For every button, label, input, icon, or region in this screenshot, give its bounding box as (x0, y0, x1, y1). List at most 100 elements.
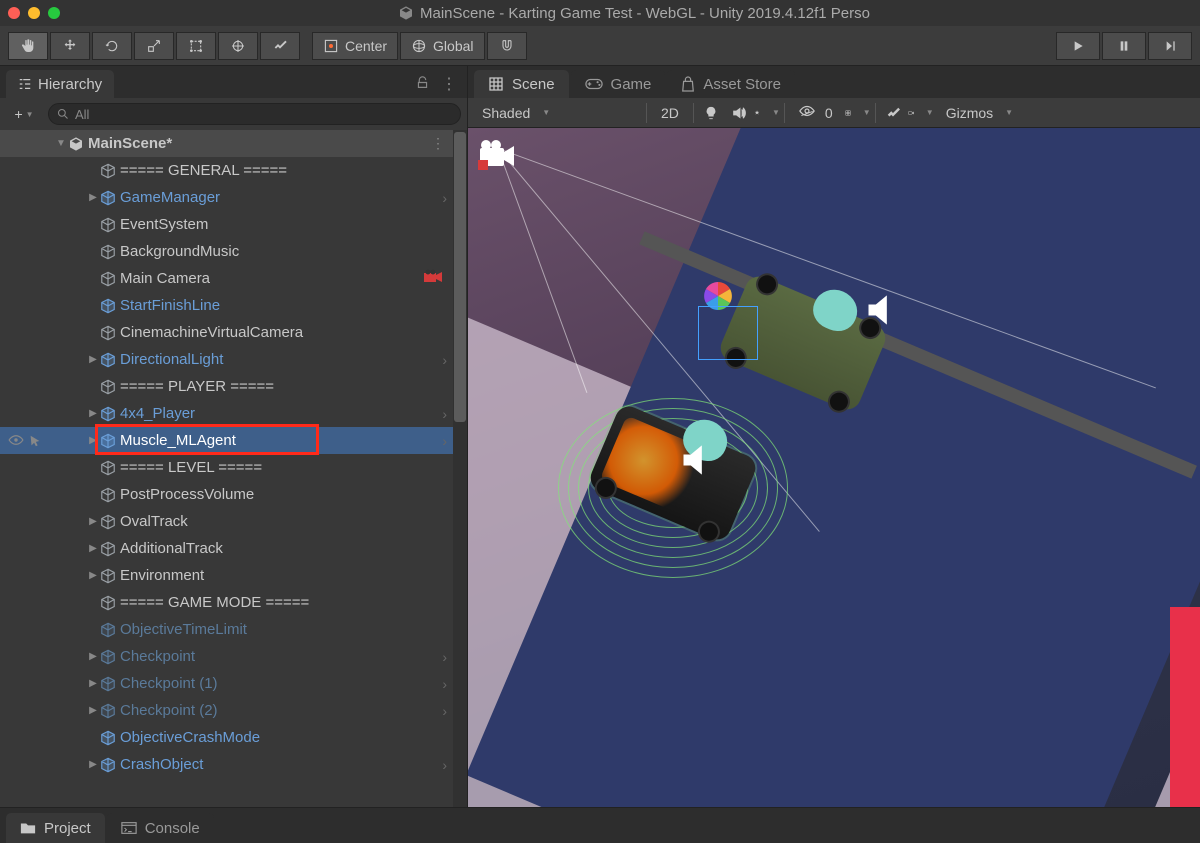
hierarchy-item-label: GameManager (120, 189, 220, 206)
custom-tool-button[interactable] (260, 32, 300, 60)
scene-tools-button[interactable] (880, 101, 906, 125)
hierarchy-item[interactable]: ===== LEVEL ===== (0, 454, 467, 481)
gameobject-cube-icon (100, 298, 116, 314)
hierarchy-item[interactable]: PostProcessVolume (0, 481, 467, 508)
bottom-tabbar: Project Console (0, 807, 1200, 843)
tab-console[interactable]: Console (107, 813, 214, 843)
handle-rotation-button[interactable]: Global (400, 32, 484, 60)
scene-root-row[interactable]: MainScene* ⋮ (0, 130, 467, 157)
asset-store-tab-label: Asset Store (703, 76, 781, 93)
scene-camera-dropdown[interactable] (908, 101, 934, 125)
foldout-icon[interactable] (86, 408, 100, 419)
pause-button[interactable] (1102, 32, 1146, 60)
hand-tool-button[interactable] (8, 32, 48, 60)
prefab-open-chevron-icon[interactable]: › (442, 433, 447, 449)
prefab-open-chevron-icon[interactable]: › (442, 703, 447, 719)
foldout-icon[interactable] (86, 192, 100, 203)
eye-icon[interactable] (8, 434, 24, 446)
rotate-tool-button[interactable] (92, 32, 132, 60)
scene-lighting-toggle[interactable] (698, 101, 724, 125)
gizmos-dropdown[interactable]: Gizmos (936, 101, 1023, 125)
prefab-open-chevron-icon[interactable]: › (442, 676, 447, 692)
gameobject-cube-icon (100, 487, 116, 503)
pivot-mode-button[interactable]: Center (312, 32, 398, 60)
foldout-icon[interactable] (86, 570, 100, 581)
hierarchy-item[interactable]: Environment (0, 562, 467, 589)
hierarchy-item[interactable]: ===== PLAYER ===== (0, 373, 467, 400)
hierarchy-item[interactable]: EventSystem (0, 211, 467, 238)
hierarchy-item[interactable]: CinemachineVirtualCamera (0, 319, 467, 346)
play-button[interactable] (1056, 32, 1100, 60)
rect-tool-button[interactable] (176, 32, 216, 60)
hierarchy-tab-label: Hierarchy (38, 76, 102, 93)
foldout-icon[interactable] (86, 651, 100, 662)
row-visibility-icons[interactable] (8, 434, 42, 448)
hierarchy-item[interactable]: DirectionalLight› (0, 346, 467, 373)
hierarchy-item[interactable]: ===== GAME MODE ===== (0, 589, 467, 616)
hierarchy-item[interactable]: OvalTrack (0, 508, 467, 535)
panel-lock-icon[interactable] (416, 76, 429, 92)
tab-game[interactable]: Game (571, 70, 666, 98)
transform-tool-button[interactable] (218, 32, 258, 60)
tab-asset-store[interactable]: Asset Store (667, 70, 795, 98)
foldout-icon[interactable] (86, 543, 100, 554)
hierarchy-item[interactable]: CrashObject› (0, 751, 467, 778)
scene-context-menu-icon[interactable]: ⋮ (431, 135, 447, 152)
hierarchy-item[interactable]: ===== GENERAL ===== (0, 157, 467, 184)
prefab-open-chevron-icon[interactable]: › (442, 190, 447, 206)
prefab-open-chevron-icon[interactable]: › (442, 352, 447, 368)
shading-mode-dropdown[interactable]: Shaded (472, 101, 642, 125)
prefab-open-chevron-icon[interactable]: › (442, 757, 447, 773)
foldout-icon[interactable] (86, 516, 100, 527)
hierarchy-item[interactable]: ObjectiveTimeLimit (0, 616, 467, 643)
hierarchy-item[interactable]: Main Camera (0, 265, 467, 292)
prefab-open-chevron-icon[interactable]: › (442, 649, 447, 665)
step-button[interactable] (1148, 32, 1192, 60)
hierarchy-item[interactable]: ObjectiveCrashMode (0, 724, 467, 751)
2d-toggle-button[interactable]: 2D (651, 101, 689, 125)
hierarchy-tab[interactable]: Hierarchy (6, 70, 114, 98)
panel-menu-icon[interactable]: ⋮ (441, 74, 457, 94)
hierarchy-item-label: Checkpoint (2) (120, 702, 218, 719)
hierarchy-item[interactable]: AdditionalTrack (0, 535, 467, 562)
hierarchy-item[interactable]: Checkpoint (1)› (0, 670, 467, 697)
foldout-icon[interactable] (86, 435, 100, 446)
scene-audio-toggle[interactable] (726, 101, 752, 125)
tab-project[interactable]: Project (6, 813, 105, 843)
move-tool-button[interactable] (50, 32, 90, 60)
foldout-icon[interactable] (86, 678, 100, 689)
tab-scene[interactable]: Scene (474, 70, 569, 98)
snap-button[interactable] (487, 32, 527, 60)
hierarchy-item[interactable]: GameManager › (0, 184, 467, 211)
gameobject-cube-icon (100, 271, 116, 287)
gameobject-cube-icon (100, 190, 116, 206)
prefab-open-chevron-icon[interactable]: › (442, 406, 447, 422)
hierarchy-tree[interactable]: MainScene* ⋮ ===== GENERAL =====GameMana… (0, 130, 467, 807)
window-minimize-button[interactable] (28, 7, 40, 19)
hierarchy-search-input[interactable]: All (48, 103, 461, 125)
scale-tool-button[interactable] (134, 32, 174, 60)
foldout-icon[interactable] (54, 138, 68, 149)
hierarchy-add-button[interactable]: +▼ (6, 102, 42, 126)
scene-fx-dropdown[interactable] (754, 101, 780, 125)
hierarchy-scrollbar[interactable] (453, 130, 467, 807)
window-maximize-button[interactable] (48, 7, 60, 19)
hierarchy-item[interactable]: StartFinishLine (0, 292, 467, 319)
console-icon (121, 821, 137, 835)
hierarchy-item[interactable]: BackgroundMusic (0, 238, 467, 265)
gameobject-cube-icon (100, 217, 116, 233)
scene-visibility-toggle[interactable]: 0 (789, 101, 843, 125)
foldout-icon[interactable] (86, 705, 100, 716)
hierarchy-item-label: ObjectiveCrashMode (120, 729, 260, 746)
picking-icon[interactable] (28, 434, 42, 448)
hierarchy-item[interactable]: Checkpoint (2) › (0, 697, 467, 724)
scene-grid-dropdown[interactable] (845, 101, 871, 125)
foldout-icon[interactable] (86, 354, 100, 365)
window-close-button[interactable] (8, 7, 20, 19)
foldout-icon[interactable] (86, 759, 100, 770)
hierarchy-item[interactable]: 4x4_Player› (0, 400, 467, 427)
hierarchy-item[interactable]: Muscle_MLAgent› (0, 427, 467, 454)
scene-viewport[interactable] (468, 128, 1200, 807)
hierarchy-item[interactable]: Checkpoint› (0, 643, 467, 670)
scrollbar-thumb[interactable] (454, 132, 466, 422)
